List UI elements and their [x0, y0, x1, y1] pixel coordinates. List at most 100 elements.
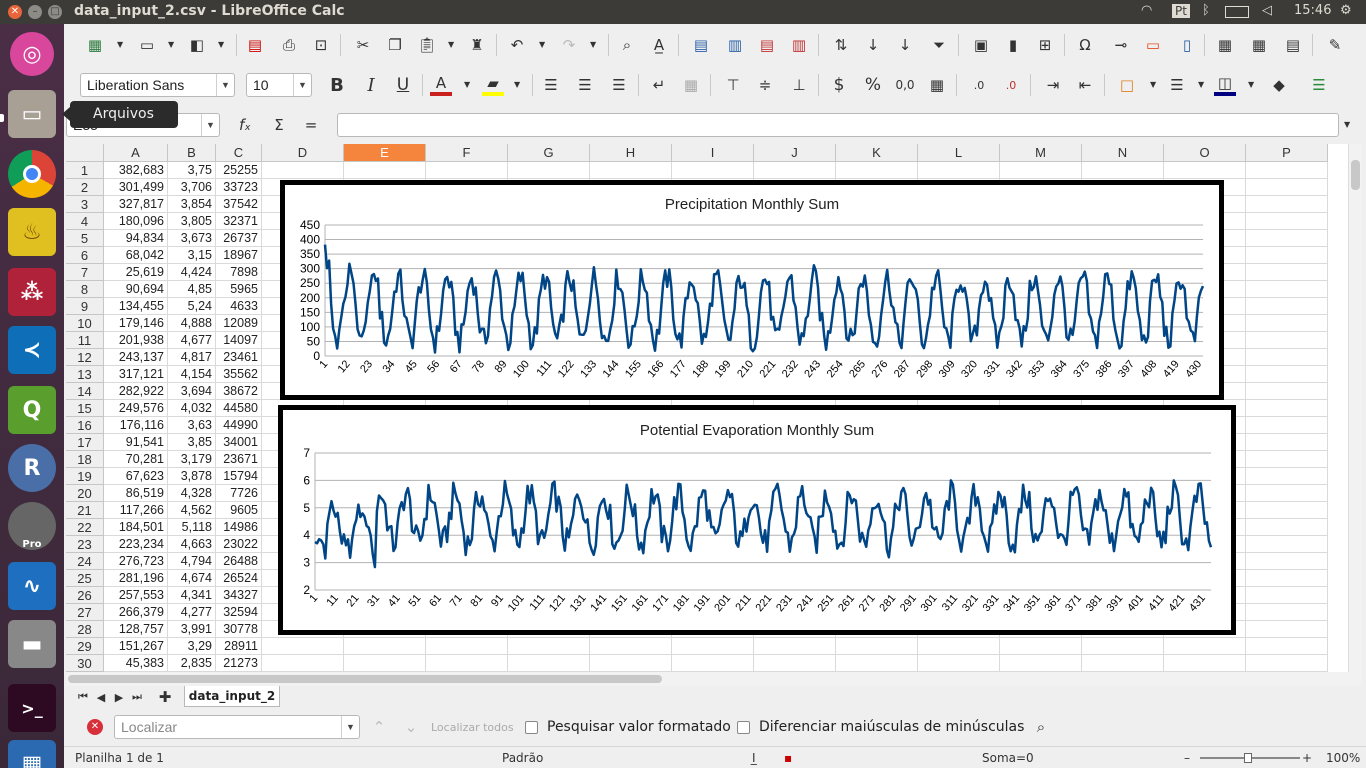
- column-header-f[interactable]: F: [426, 144, 508, 162]
- border-color-dropdown[interactable]: ▼: [1248, 74, 1256, 96]
- row-header[interactable]: 17: [66, 434, 104, 451]
- image-viewer-icon[interactable]: ▦: [8, 740, 56, 768]
- sum-icon[interactable]: Σ: [268, 114, 290, 136]
- cell-empty[interactable]: [1246, 332, 1328, 349]
- vertical-scrollbar[interactable]: [1348, 144, 1362, 672]
- formatted-value-checkbox[interactable]: [525, 721, 538, 734]
- cell-c[interactable]: 28911: [216, 638, 262, 655]
- add-sheet-icon[interactable]: ✚: [154, 686, 176, 708]
- row-header[interactable]: 10: [66, 315, 104, 332]
- font-name-combo[interactable]: Liberation Sans ▼: [80, 73, 235, 97]
- insert-image-icon[interactable]: ▣: [970, 34, 992, 56]
- draw-functions-icon[interactable]: ✎: [1324, 34, 1346, 56]
- cell-a[interactable]: 128,757: [104, 621, 168, 638]
- cell-b[interactable]: 4,888: [168, 315, 216, 332]
- cell-c[interactable]: 30778: [216, 621, 262, 638]
- cell-empty[interactable]: [1246, 315, 1328, 332]
- align-center-icon[interactable]: ☰: [574, 74, 596, 96]
- column-header-j[interactable]: J: [754, 144, 836, 162]
- row-header[interactable]: 12: [66, 349, 104, 366]
- borders-dropdown[interactable]: ▼: [1150, 74, 1158, 96]
- increase-indent-icon[interactable]: ⇥: [1042, 74, 1064, 96]
- row-header[interactable]: 5: [66, 230, 104, 247]
- cell-empty[interactable]: [1246, 281, 1328, 298]
- hyperlink-icon[interactable]: ⊸: [1110, 34, 1132, 56]
- cell-b[interactable]: 4,677: [168, 332, 216, 349]
- cell-a[interactable]: 25,619: [104, 264, 168, 281]
- hscroll-thumb[interactable]: [68, 675, 662, 683]
- cell-b[interactable]: 4,674: [168, 570, 216, 587]
- cell-a[interactable]: 68,042: [104, 247, 168, 264]
- cell-empty[interactable]: [1164, 655, 1246, 672]
- precipitation-chart[interactable]: Precipitation Monthly Sum 0 50 100 150 200 25…: [280, 180, 1224, 400]
- cell-c[interactable]: 5965: [216, 281, 262, 298]
- open-dropdown[interactable]: ▼: [168, 34, 176, 56]
- sort-ascending-icon[interactable]: ↓: [862, 34, 884, 56]
- sheet-tab-data-input-2[interactable]: data_input_2: [184, 686, 280, 707]
- comment-icon[interactable]: ▭: [1142, 34, 1164, 56]
- spreadsheet-grid[interactable]: ABCDEFGHIJKLMNOP 1 382,683 3,75 25255 2 301,4…: [66, 144, 1348, 672]
- highlight-dropdown[interactable]: ▼: [514, 74, 522, 96]
- new-spreadsheet-icon[interactable]: ▦: [84, 34, 106, 56]
- column-header-e[interactable]: E: [344, 144, 426, 162]
- cell-empty[interactable]: [1000, 655, 1082, 672]
- cell-empty[interactable]: [1164, 638, 1246, 655]
- cell-empty[interactable]: [262, 638, 344, 655]
- row-header[interactable]: 22: [66, 519, 104, 536]
- sum-display[interactable]: Soma=0: [982, 751, 1034, 765]
- cell-c[interactable]: 26737: [216, 230, 262, 247]
- cell-empty[interactable]: [590, 638, 672, 655]
- cell-empty[interactable]: [1246, 162, 1328, 179]
- row-header[interactable]: 3: [66, 196, 104, 213]
- insert-chart-icon[interactable]: ▮: [1002, 34, 1024, 56]
- sidebar-toggle-icon[interactable]: ☰: [1308, 74, 1330, 96]
- delete-column-icon[interactable]: ▥: [788, 34, 810, 56]
- cell-empty[interactable]: [590, 655, 672, 672]
- cell-empty[interactable]: [1164, 162, 1246, 179]
- bold-button[interactable]: B: [326, 74, 348, 96]
- cell-empty[interactable]: [508, 638, 590, 655]
- row-header[interactable]: 28: [66, 621, 104, 638]
- zoom-slider-knob[interactable]: [1244, 753, 1252, 763]
- cell-c[interactable]: 14097: [216, 332, 262, 349]
- row-icon[interactable]: ▤: [690, 34, 712, 56]
- paste-dropdown[interactable]: ▼: [448, 34, 456, 56]
- column-header-b[interactable]: B: [168, 144, 216, 162]
- cell-a[interactable]: 180,096: [104, 213, 168, 230]
- terminal-icon[interactable]: >_: [8, 684, 56, 732]
- match-case-checkbox[interactable]: [737, 721, 750, 734]
- cell-a[interactable]: 70,281: [104, 451, 168, 468]
- cell-b[interactable]: 3,29: [168, 638, 216, 655]
- close-window-button[interactable]: ✕: [8, 5, 22, 19]
- cell-b[interactable]: 4,154: [168, 366, 216, 383]
- cell-b[interactable]: 4,328: [168, 485, 216, 502]
- cell-a[interactable]: 257,553: [104, 587, 168, 604]
- cell-a[interactable]: 243,137: [104, 349, 168, 366]
- cell-empty[interactable]: [1246, 570, 1328, 587]
- cell-b[interactable]: 4,663: [168, 536, 216, 553]
- row-header[interactable]: 20: [66, 485, 104, 502]
- pivot-table-icon[interactable]: ⊞: [1034, 34, 1056, 56]
- cell-b[interactable]: 5,118: [168, 519, 216, 536]
- row-header[interactable]: 1: [66, 162, 104, 179]
- chrome-icon[interactable]: [8, 150, 56, 198]
- define-print-area-icon[interactable]: ▦: [1214, 34, 1236, 56]
- cell-b[interactable]: 3,673: [168, 230, 216, 247]
- cell-empty[interactable]: [1246, 621, 1328, 638]
- zoom-in-icon[interactable]: +: [1302, 751, 1312, 765]
- cell-empty[interactable]: [1246, 230, 1328, 247]
- row-header[interactable]: 2: [66, 179, 104, 196]
- system-gear-icon[interactable]: ⚙: [1340, 3, 1352, 18]
- decrease-indent-icon[interactable]: ⇤: [1074, 74, 1096, 96]
- cell-empty[interactable]: [426, 638, 508, 655]
- function-wizard-icon[interactable]: fₓ: [234, 114, 256, 136]
- cell-b[interactable]: 4,032: [168, 400, 216, 417]
- column-header-l[interactable]: L: [918, 144, 1000, 162]
- cell-empty[interactable]: [918, 162, 1000, 179]
- cell-empty[interactable]: [1246, 502, 1328, 519]
- copy-icon[interactable]: ❐: [384, 34, 406, 56]
- cell-empty[interactable]: [1246, 536, 1328, 553]
- cell-empty[interactable]: [1246, 655, 1328, 672]
- row-header[interactable]: 26: [66, 587, 104, 604]
- name-box-dropdown-icon[interactable]: ▼: [201, 114, 219, 136]
